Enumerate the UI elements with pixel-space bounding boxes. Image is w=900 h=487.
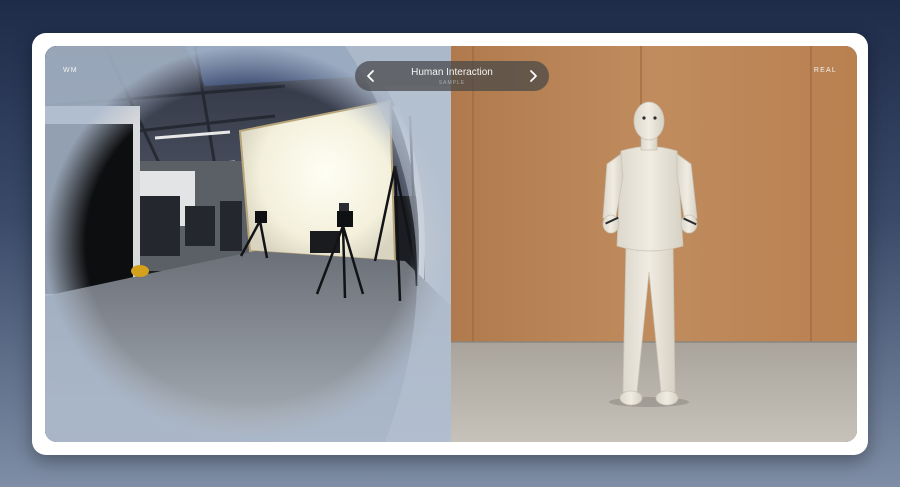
sample-title: Human Interaction bbox=[411, 67, 493, 78]
real-video[interactable] bbox=[451, 46, 857, 442]
sample-subtitle: SAMPLE bbox=[438, 80, 466, 86]
comparison-card: WM REAL Human Interaction SAMPLE bbox=[32, 33, 868, 455]
studio-fisheye-scene bbox=[45, 46, 451, 442]
world-model-label: WM bbox=[63, 67, 78, 74]
world-model-video[interactable] bbox=[45, 46, 451, 442]
robot-scene bbox=[451, 46, 857, 442]
chevron-right-icon[interactable] bbox=[525, 68, 541, 84]
real-label: REAL bbox=[813, 67, 837, 74]
video-comparison-viewer: WM REAL Human Interaction SAMPLE bbox=[45, 46, 857, 442]
sample-selector: Human Interaction SAMPLE bbox=[355, 61, 549, 91]
